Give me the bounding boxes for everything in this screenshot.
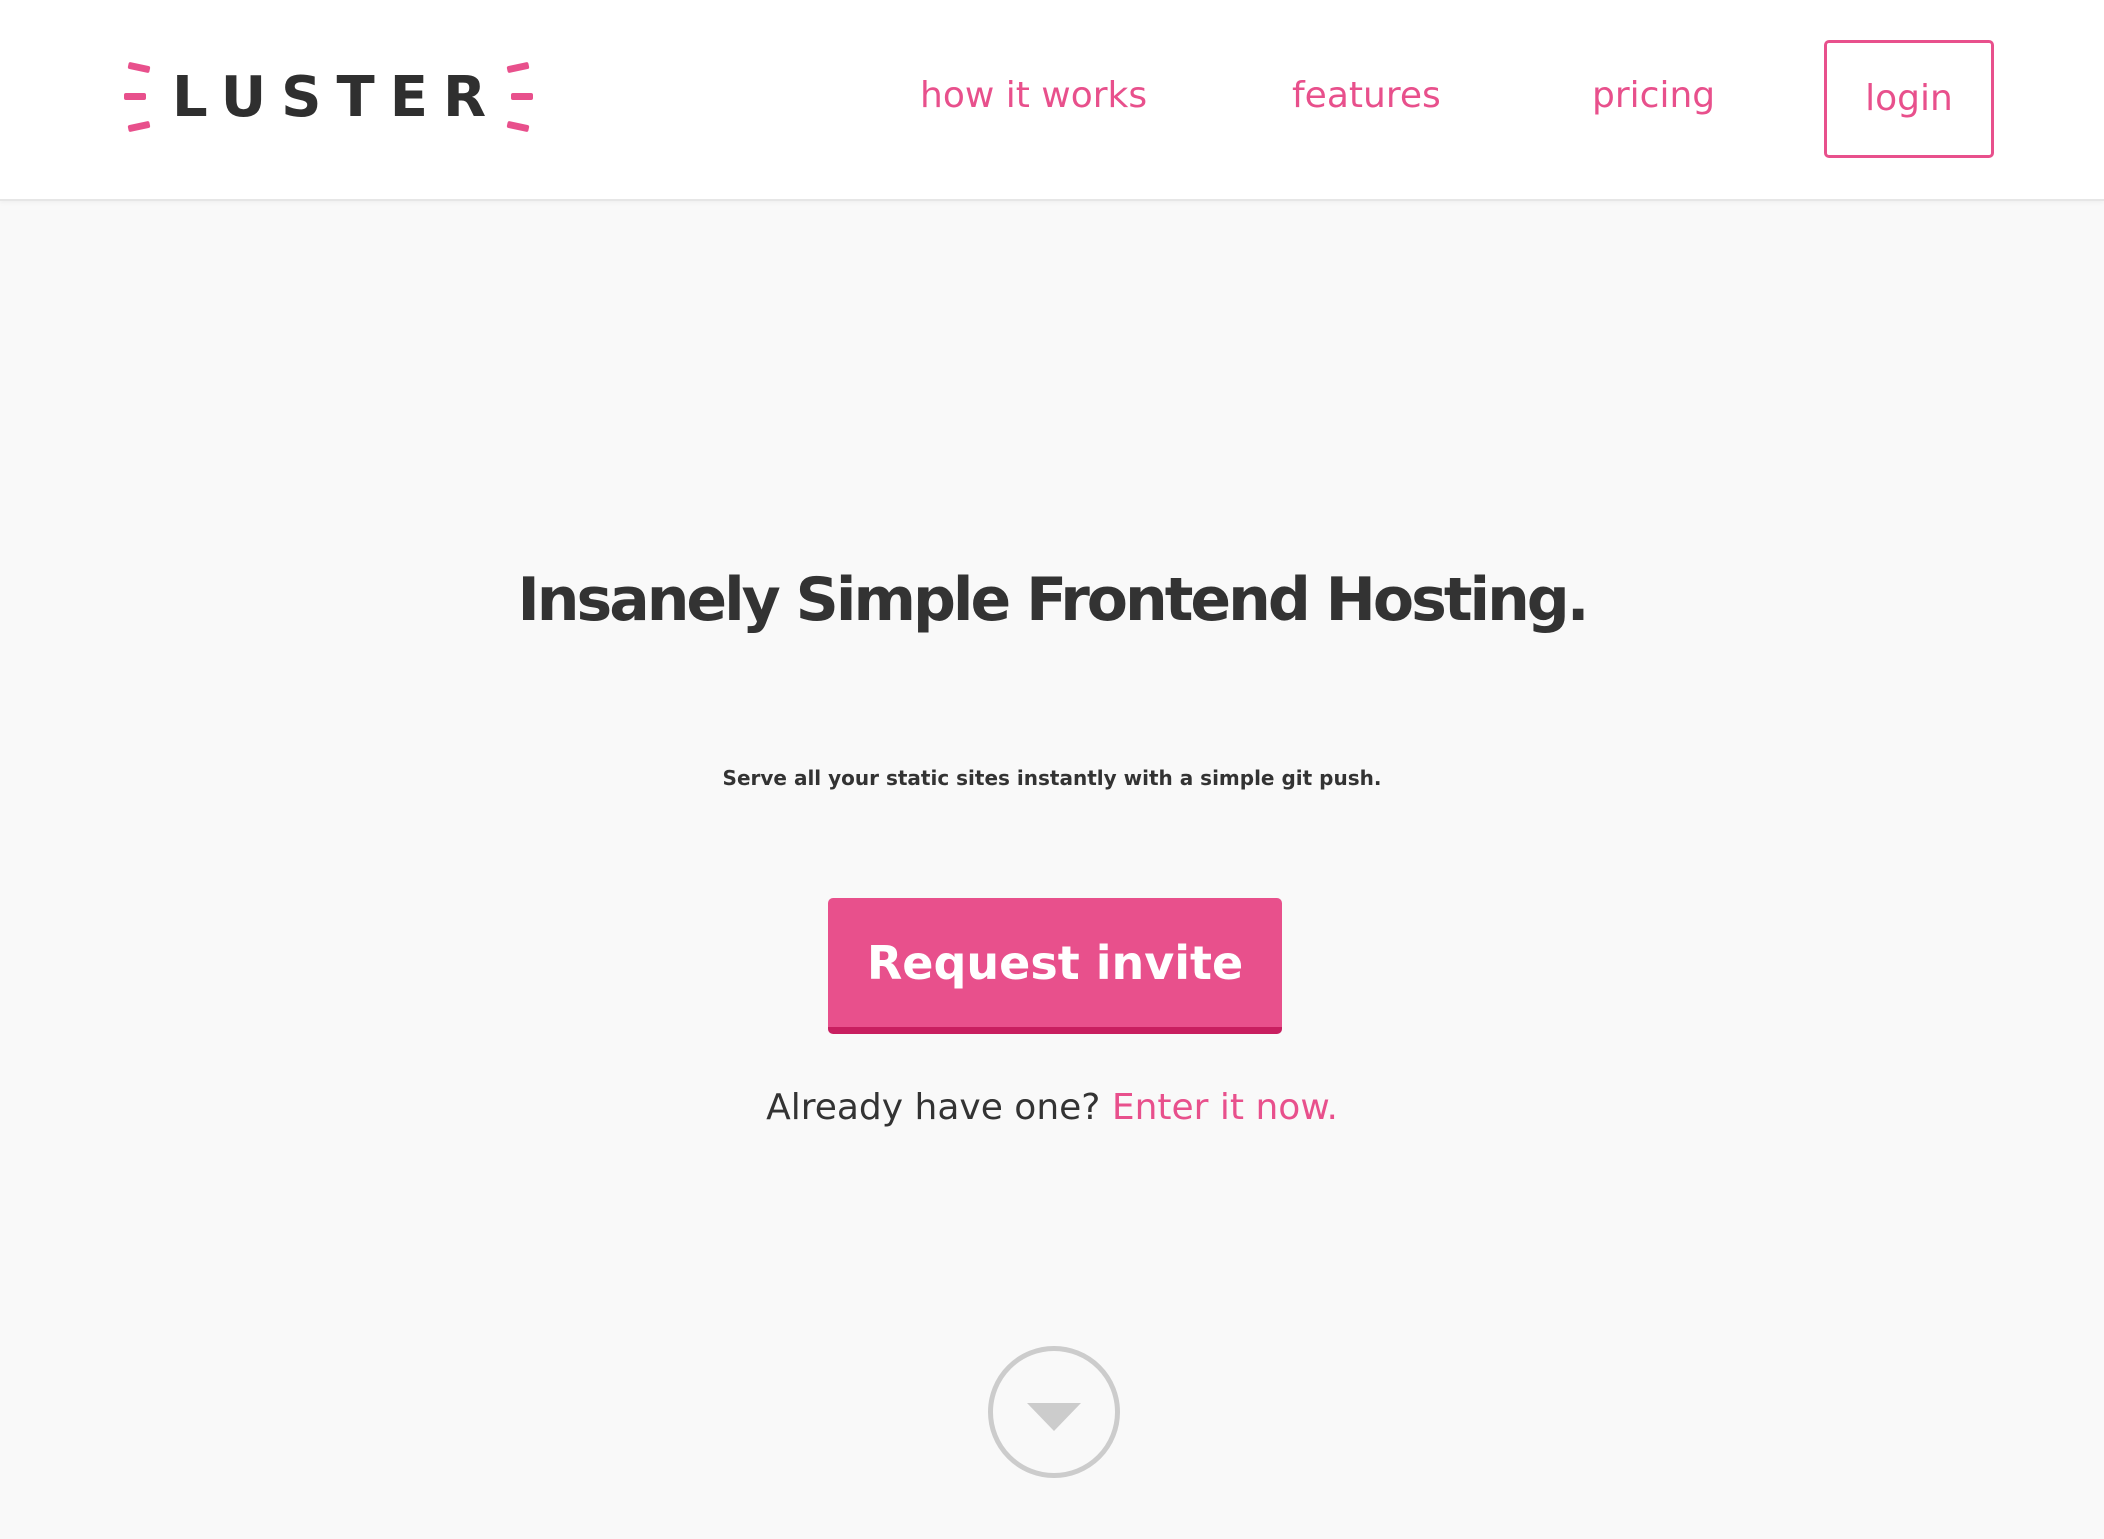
hero-subtitle: Serve all your static sites instantly wi…	[722, 766, 1382, 790]
nav-link-how-it-works[interactable]: how it works	[920, 60, 1147, 132]
logo-sparkle-right-icon	[505, 58, 535, 138]
already-have-text: Already have one?	[766, 1087, 1101, 1128]
chevron-down-circle-icon	[1027, 1403, 1081, 1431]
logo-sparkle-left-icon	[122, 58, 152, 138]
site-header: LUSTER how it works features pricing log…	[0, 0, 2104, 201]
logo-text: LUSTER	[172, 65, 502, 130]
request-invite-button[interactable]: Request invite	[828, 898, 1282, 1034]
nav-link-pricing[interactable]: pricing	[1592, 60, 1715, 132]
enter-invite-link[interactable]: Enter it now.	[1112, 1087, 1338, 1128]
luster-logo[interactable]: LUSTER	[122, 58, 535, 138]
scroll-down-button[interactable]	[988, 1346, 1120, 1478]
nav-link-features[interactable]: features	[1292, 60, 1441, 132]
already-have-invite: Already have one? Enter it now.	[0, 1080, 2104, 1136]
hero-title: Insanely Simple Frontend Hosting.	[517, 565, 1589, 635]
login-button[interactable]: login	[1824, 40, 1994, 158]
